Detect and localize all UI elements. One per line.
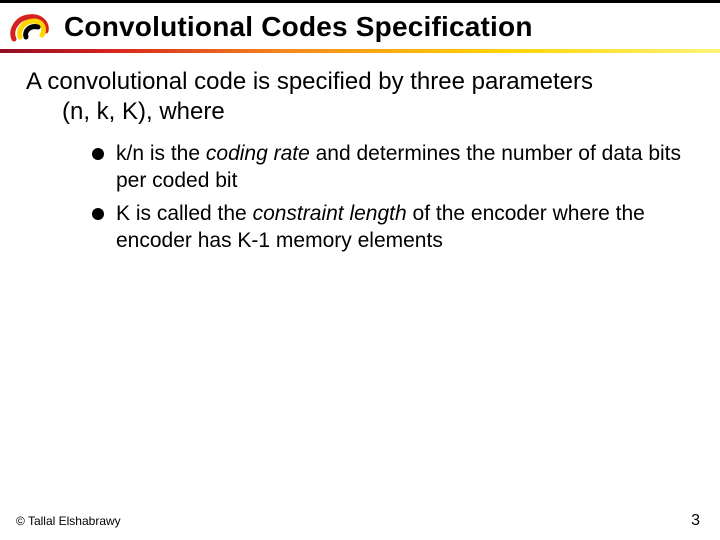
bullet-list: k/n is the coding rate and determines th…: [26, 141, 690, 255]
bullet-em: coding rate: [206, 142, 310, 165]
footer: © Tallal Elshabrawy 3: [16, 512, 700, 530]
lead-line1: A convolutional code is specified by thr…: [26, 68, 593, 95]
bullet-text: K is called the constraint length of the…: [116, 201, 690, 255]
bullet-icon: [92, 208, 104, 220]
list-item: K is called the constraint length of the…: [92, 201, 690, 255]
lead-line2: (n, k, K), where: [26, 97, 690, 127]
lead-text: A convolutional code is specified by thr…: [26, 67, 690, 127]
bullet-text: k/n is the coding rate and determines th…: [116, 141, 690, 195]
header: Convolutional Codes Specification: [0, 0, 720, 53]
bullet-em: constraint length: [253, 202, 407, 225]
slide: Convolutional Codes Specification A conv…: [0, 0, 720, 540]
logo-icon: [6, 9, 52, 45]
bullet-pre: K is called the: [116, 202, 253, 225]
rule-gradient: [0, 49, 720, 53]
body: A convolutional code is specified by thr…: [0, 53, 720, 255]
list-item: k/n is the coding rate and determines th…: [92, 141, 690, 195]
title-row: Convolutional Codes Specification: [0, 3, 720, 49]
bullet-icon: [92, 148, 104, 160]
slide-title: Convolutional Codes Specification: [64, 11, 533, 43]
page-number: 3: [691, 512, 700, 530]
copyright-text: © Tallal Elshabrawy: [16, 514, 121, 528]
bullet-pre: k/n is the: [116, 142, 206, 165]
